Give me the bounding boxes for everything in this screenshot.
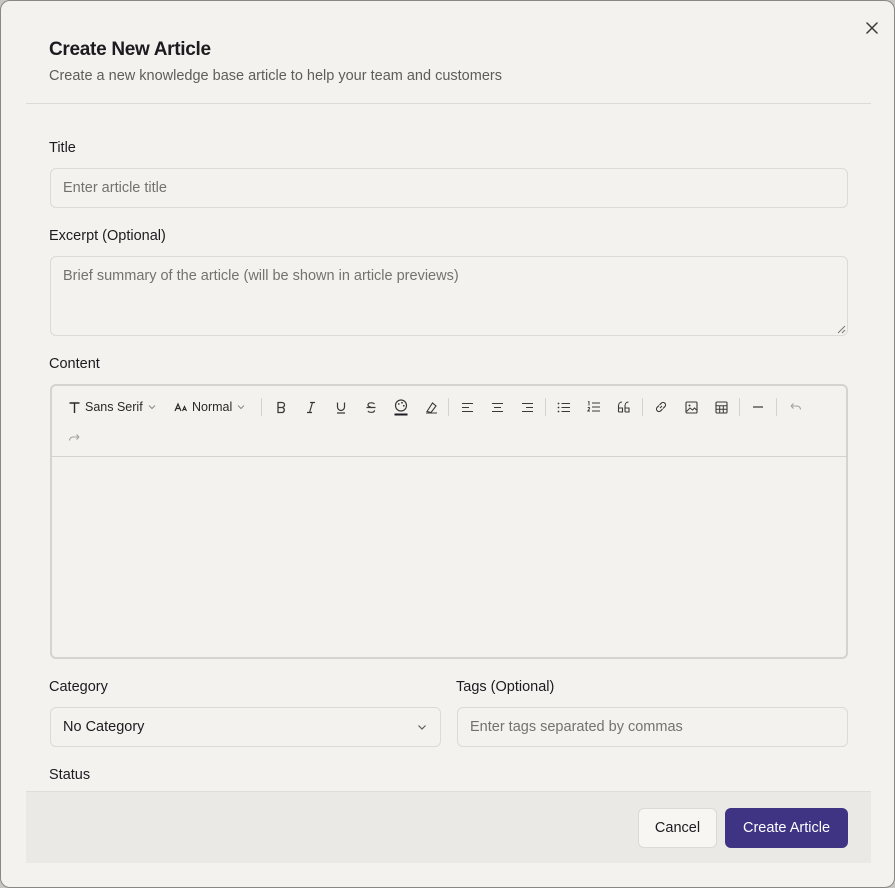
clear-format-button[interactable] (421, 396, 441, 418)
link-button[interactable] (651, 396, 671, 418)
ordered-list-icon (587, 401, 600, 412)
italic-icon (307, 401, 315, 413)
dialog-title: Create New Article (49, 39, 211, 60)
align-right-icon (521, 402, 533, 412)
link-icon (656, 402, 666, 412)
rich-text-editor: Sans Serif Normal (50, 384, 848, 659)
text-size-picker[interactable]: Normal (174, 396, 246, 418)
cancel-button[interactable]: Cancel (638, 808, 717, 848)
bold-button[interactable] (271, 396, 291, 418)
blockquote-button[interactable] (614, 396, 634, 418)
tags-input[interactable] (457, 707, 848, 747)
toolbar-separator (739, 398, 740, 416)
toolbar-separator (776, 398, 777, 416)
strikethrough-button[interactable] (361, 396, 381, 418)
underline-icon (336, 402, 346, 414)
strikethrough-icon (366, 401, 376, 413)
chevron-down-icon (237, 405, 245, 410)
font-family-picker[interactable]: Sans Serif (68, 396, 157, 418)
content-label: Content (49, 356, 100, 372)
text-color-icon (394, 398, 408, 415)
category-label: Category (49, 679, 108, 695)
bullet-list-icon (557, 402, 570, 412)
editor-content-area[interactable] (52, 458, 846, 657)
undo-button[interactable] (785, 396, 805, 418)
excerpt-textarea[interactable] (50, 256, 848, 336)
excerpt-label: Excerpt (Optional) (49, 228, 166, 244)
font-family-value: Sans Serif (85, 400, 143, 414)
header-divider (26, 103, 871, 104)
close-icon (866, 22, 878, 34)
align-center-button[interactable] (487, 396, 507, 418)
horizontal-rule-button[interactable] (748, 396, 768, 418)
toolbar-separator (261, 398, 262, 416)
font-icon (69, 401, 80, 413)
undo-icon (790, 403, 801, 410)
underline-button[interactable] (331, 396, 351, 418)
bullet-list-button[interactable] (554, 396, 574, 418)
title-label: Title (49, 140, 76, 156)
chevron-down-icon (418, 725, 426, 730)
align-center-icon (491, 402, 503, 412)
status-label: Status (49, 767, 91, 783)
align-left-icon (461, 402, 473, 412)
toolbar-separator (448, 398, 449, 416)
horizontal-rule-icon (753, 406, 763, 408)
align-right-button[interactable] (517, 396, 537, 418)
clear-format-icon (425, 401, 437, 414)
toolbar-separator (642, 398, 643, 416)
quote-icon (617, 401, 630, 413)
table-button[interactable] (711, 396, 731, 418)
image-button[interactable] (681, 396, 701, 418)
table-icon (714, 400, 728, 414)
close-button[interactable] (861, 17, 883, 39)
tags-label: Tags (Optional) (456, 679, 555, 695)
image-icon (684, 400, 698, 414)
text-color-button[interactable] (391, 396, 411, 418)
toolbar-separator (545, 398, 546, 416)
align-left-button[interactable] (457, 396, 477, 418)
category-select[interactable]: No Category (50, 707, 441, 747)
create-article-button[interactable]: Create Article (725, 808, 848, 848)
create-article-dialog: Create New Article Create a new knowledg… (0, 0, 895, 888)
title-input[interactable] (50, 168, 848, 208)
text-size-icon (174, 402, 188, 412)
category-value: No Category (63, 719, 145, 735)
italic-button[interactable] (301, 396, 321, 418)
resize-grip-icon[interactable] (837, 325, 846, 334)
redo-icon (68, 434, 79, 441)
ordered-list-button[interactable] (584, 396, 604, 418)
chevron-down-icon (148, 405, 156, 410)
editor-toolbar: Sans Serif Normal (52, 386, 846, 457)
text-size-value: Normal (192, 400, 233, 414)
redo-button[interactable] (64, 427, 84, 449)
dialog-subtitle: Create a new knowledge base article to h… (49, 68, 502, 84)
bold-icon (277, 401, 286, 413)
